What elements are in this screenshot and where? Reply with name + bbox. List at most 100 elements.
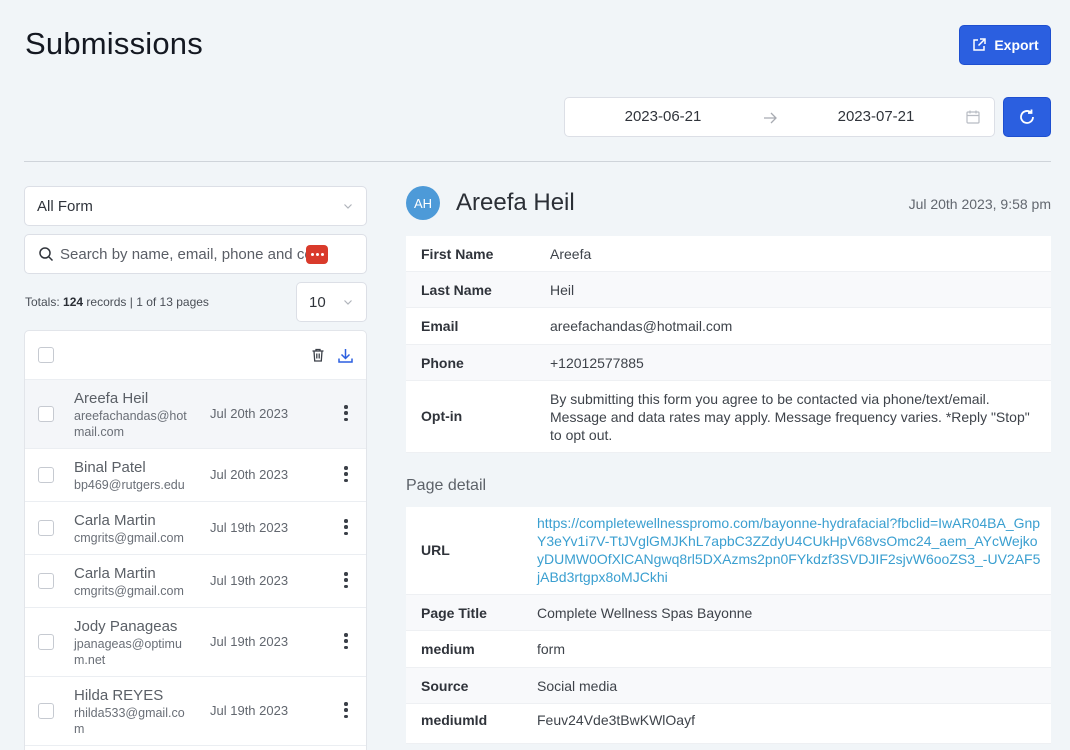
field-label: Last Name	[421, 282, 492, 298]
more-vertical-icon[interactable]	[343, 466, 349, 482]
field-value: form	[537, 641, 565, 657]
row-name: Jody Panageas	[74, 618, 178, 635]
date-start[interactable]: 2023-06-21	[593, 108, 733, 125]
field-row: Email areefachandas@hotmail.com	[406, 308, 1051, 345]
contact-name: Areefa Heil	[456, 189, 575, 216]
row-email: cmgrits@gmail.com	[74, 584, 184, 598]
chevron-down-icon	[344, 204, 352, 209]
field-label: Source	[421, 678, 469, 694]
row-checkbox[interactable]	[38, 406, 54, 422]
trash-icon[interactable]	[310, 347, 326, 363]
more-vertical-icon[interactable]	[343, 405, 349, 421]
field-row: Source Social media	[406, 668, 1051, 704]
arrow-right-icon	[764, 112, 777, 124]
field-row: Last Name Heil	[406, 272, 1051, 308]
field-value: +12012577885	[550, 355, 644, 371]
more-vertical-icon[interactable]	[343, 633, 349, 649]
row-email: areefachandas@hotmail.com	[74, 409, 187, 439]
page-detail-table: URL https://completewellnesspromo.com/ba…	[406, 507, 1051, 744]
export-icon	[973, 38, 987, 51]
field-label: mediumId	[421, 712, 488, 728]
field-value: Feuv24Vde3tBwKWlOayf	[537, 712, 695, 728]
row-date: Jul 20th 2023	[210, 406, 289, 421]
field-value: areefachandas@hotmail.com	[550, 318, 733, 334]
row-email: rhilda533@gmail.com	[74, 706, 185, 736]
field-row: Opt-in By submitting this form you agree…	[406, 381, 1051, 453]
download-icon[interactable]	[337, 347, 354, 364]
row-checkbox[interactable]	[38, 467, 54, 483]
row-email: cmgrits@gmail.com	[74, 531, 184, 545]
field-value: Heil	[550, 282, 575, 298]
page-size-select[interactable]: 10	[296, 282, 367, 322]
field-row: mediumId Feuv24Vde3tBwKWlOayf	[406, 704, 1051, 744]
refresh-button[interactable]	[1003, 97, 1051, 137]
row-checkbox[interactable]	[38, 573, 54, 589]
field-label: Opt-in	[421, 408, 463, 424]
row-name: Hilda REYES	[74, 687, 164, 704]
form-select-value: All Form	[37, 197, 93, 215]
row-date: Jul 19th 2023	[210, 634, 289, 649]
select-all-checkbox[interactable]	[38, 347, 54, 363]
row-date: Jul 19th 2023	[210, 703, 289, 718]
search-input[interactable]	[60, 245, 330, 263]
field-label: medium	[421, 641, 475, 657]
form-select[interactable]: All Form	[24, 186, 367, 226]
list-item[interactable]: Carla Martin cmgrits@gmail.com Jul 19th …	[25, 555, 366, 608]
url-link[interactable]: https://completewellnesspromo.com/bayonn…	[537, 514, 1042, 586]
search-box	[24, 234, 367, 274]
row-date: Jul 19th 2023	[210, 520, 289, 535]
field-value: Areefa	[550, 246, 592, 262]
field-label: URL	[421, 542, 450, 558]
totals-count: 124	[63, 295, 84, 309]
field-label: First Name	[421, 246, 494, 262]
field-value: Complete Wellness Spas Bayonne	[537, 605, 753, 621]
page-detail-heading: Page detail	[406, 477, 487, 494]
submitted-timestamp: Jul 20th 2023, 9:58 pm	[908, 196, 1051, 212]
field-row: Phone +12012577885	[406, 345, 1051, 381]
field-row: medium form	[406, 631, 1051, 668]
submissions-list: Areefa Heil areefachandas@hotmail.com Ju…	[24, 330, 367, 750]
row-checkbox[interactable]	[38, 703, 54, 719]
row-date: Jul 20th 2023	[210, 467, 289, 482]
field-value: By submitting this form you agree to be …	[550, 391, 1030, 443]
totals-suffix: records | 1 of 13 pages	[86, 295, 209, 309]
list-item[interactable]: Hilda REYES rhilda533@gmail.com Jul 19th…	[25, 677, 366, 746]
field-row: Page Title Complete Wellness Spas Bayonn…	[406, 595, 1051, 631]
row-checkbox[interactable]	[38, 520, 54, 536]
totals-label: Totals:	[25, 295, 60, 309]
list-header	[25, 331, 366, 380]
more-vertical-icon[interactable]	[343, 572, 349, 588]
field-label: Phone	[421, 355, 464, 371]
field-label: Page Title	[421, 605, 487, 621]
page-title: Submissions	[25, 26, 203, 61]
row-email: bp469@rutgers.edu	[74, 478, 185, 492]
refresh-icon	[1020, 109, 1034, 124]
list-item[interactable]: Areefa Heil areefachandas@hotmail.com Ju…	[25, 380, 366, 449]
totals-text: Totals: 124 records | 1 of 13 pages	[25, 295, 209, 309]
more-options-badge[interactable]	[306, 245, 328, 264]
field-label: Email	[421, 318, 459, 334]
avatar: AH	[406, 186, 440, 220]
export-button[interactable]: Export	[959, 25, 1051, 65]
row-email: jpanageas@optimum.net	[74, 637, 182, 667]
more-vertical-icon[interactable]	[343, 702, 349, 718]
calendar-icon	[966, 110, 980, 124]
list-item[interactable]: Jody Panageas jpanageas@optimum.net Jul …	[25, 608, 366, 677]
search-icon	[39, 247, 54, 262]
field-row: URL https://completewellnesspromo.com/ba…	[406, 507, 1051, 595]
list-item[interactable]: Binal Patel bp469@rutgers.edu Jul 20th 2…	[25, 449, 366, 502]
row-name: Areefa Heil	[74, 390, 149, 407]
divider	[24, 161, 1051, 162]
row-date: Jul 19th 2023	[210, 573, 289, 588]
field-value: Social media	[537, 678, 618, 694]
date-range-picker[interactable]: 2023-06-21 2023-07-21	[564, 97, 995, 137]
list-item[interactable]: Carla Martin cmgrits@gmail.com Jul 19th …	[25, 502, 366, 555]
date-end[interactable]: 2023-07-21	[806, 108, 946, 125]
submission-fields-table: First Name Areefa Last Name Heil Email a…	[406, 236, 1051, 453]
more-vertical-icon[interactable]	[343, 519, 349, 535]
row-name: Carla Martin	[74, 565, 156, 582]
field-row: First Name Areefa	[406, 236, 1051, 272]
export-label: Export	[994, 37, 1039, 53]
row-checkbox[interactable]	[38, 634, 54, 650]
row-name: Binal Patel	[74, 459, 146, 476]
